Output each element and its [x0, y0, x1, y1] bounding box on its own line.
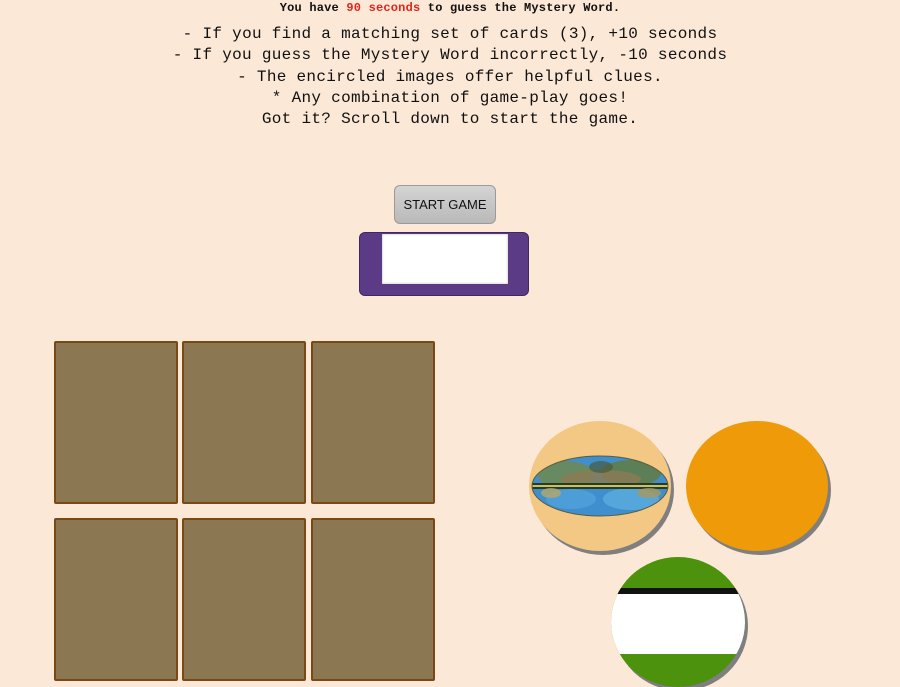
memory-card[interactable] [311, 341, 435, 504]
memory-card[interactable] [182, 341, 306, 504]
orange-clue[interactable] [686, 421, 828, 551]
galaxy-sky-map-image [531, 455, 669, 517]
rule-clues: - The encircled images offer helpful clu… [237, 67, 663, 86]
intro-prefix: You have [279, 1, 347, 15]
time-limit: 90 seconds [346, 1, 421, 15]
green-clue-white-area [611, 594, 745, 654]
start-game-button[interactable]: START GAME [394, 185, 496, 224]
green-clue[interactable] [611, 557, 745, 687]
intro-text: You have 90 seconds to guess the Mystery… [0, 1, 900, 15]
rules-list: - If you find a matching set of cards (3… [0, 24, 900, 130]
rule-match-bonus: - If you find a matching set of cards (3… [182, 25, 718, 43]
rule-start-hint: Got it? Scroll down to start the game. [261, 110, 639, 129]
timer-display [359, 232, 529, 296]
rule-combination: * Any combination of game-play goes! [271, 88, 629, 107]
sky-map-clue[interactable] [529, 421, 671, 551]
memory-card[interactable] [54, 341, 178, 504]
intro-suffix: to guess the Mystery Word. [420, 1, 621, 15]
rule-wrong-guess-penalty: - If you guess the Mystery Word incorrec… [172, 46, 728, 65]
timer-screen [382, 234, 508, 284]
